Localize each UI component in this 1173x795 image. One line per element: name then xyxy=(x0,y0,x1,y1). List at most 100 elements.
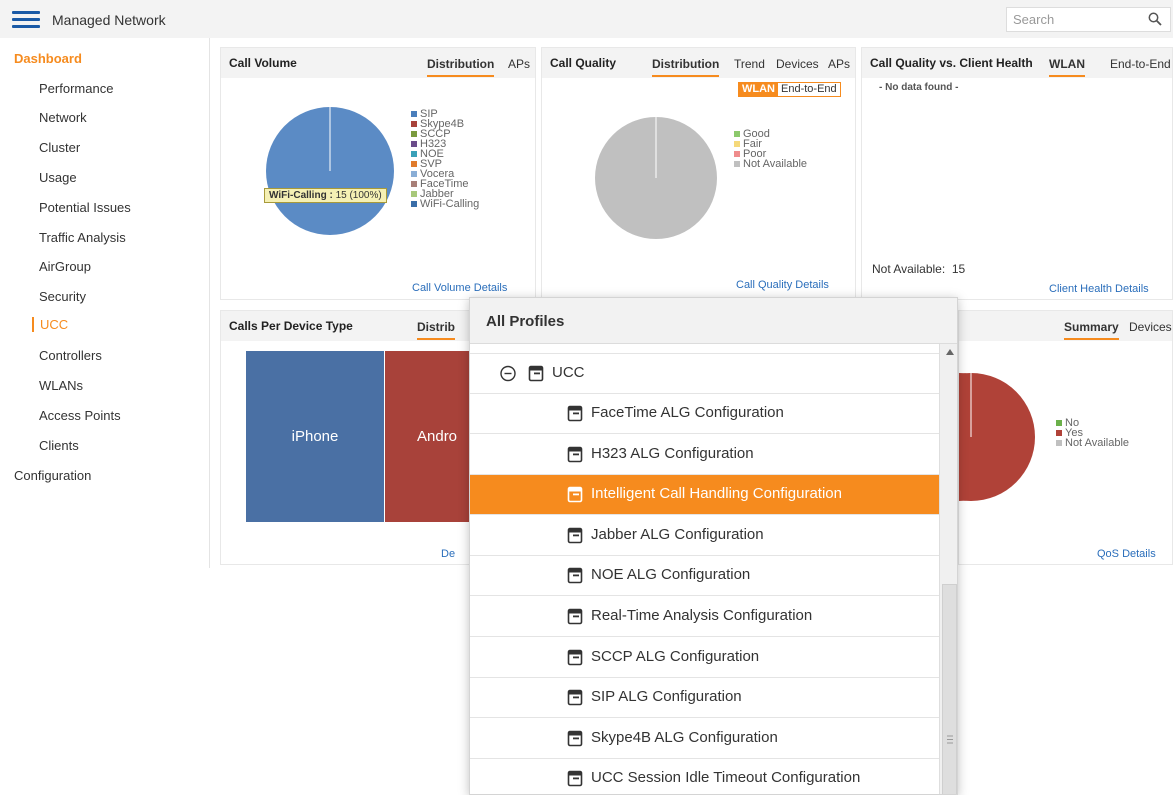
pie-slice-yes[interactable] xyxy=(959,373,1035,501)
scrollbar-thumb[interactable] xyxy=(942,584,957,794)
menu-icon[interactable] xyxy=(12,11,40,29)
sidebar-item-usage[interactable]: Usage xyxy=(39,170,77,185)
profile-item[interactable]: Jabber ALG Configuration xyxy=(470,516,939,556)
sidebar-item-potential-issues[interactable]: Potential Issues xyxy=(39,200,131,215)
legend-swatch xyxy=(734,161,740,167)
profile-item[interactable]: UCC Session Idle Timeout Configuration xyxy=(470,759,939,794)
sidebar-item-dashboard[interactable]: Dashboard xyxy=(14,51,82,66)
profile-item[interactable]: Intelligent Call Handling Configuration xyxy=(470,475,939,516)
qos-legend: No Yes Not Available xyxy=(1056,418,1130,449)
legend-swatch xyxy=(1056,440,1062,446)
tab-distribution[interactable]: Distribution xyxy=(652,57,720,77)
legend-label: Not Available xyxy=(1065,437,1130,449)
profile-item[interactable]: Skype4B ALG Configuration xyxy=(470,719,939,759)
call-quality-legend: Good Fair Poor Not Available xyxy=(734,129,807,170)
tab-distribution[interactable]: Distribution xyxy=(427,57,495,77)
sidebar-item-network[interactable]: Network xyxy=(39,110,87,125)
legend-swatch xyxy=(411,181,417,187)
qos-details-link[interactable]: QoS Details xyxy=(1097,548,1156,560)
legend-swatch xyxy=(411,141,417,147)
sidebar-item-cluster[interactable]: Cluster xyxy=(39,140,80,155)
legend-item[interactable]: Not Available xyxy=(734,159,807,170)
wlan-toggle: WLAN End-to-End xyxy=(738,82,841,97)
qos-pie xyxy=(959,373,1035,501)
device-details-link[interactable]: De xyxy=(441,548,455,560)
profile-item[interactable]: NOE ALG Configuration xyxy=(470,556,939,597)
call-volume-pie xyxy=(266,107,394,235)
call-volume-widget: Call Volume Distribution APs SIP Skype4B S… xyxy=(220,47,536,300)
scroll-up-icon[interactable] xyxy=(945,348,955,356)
profile-item[interactable]: Real-Time Analysis Configuration xyxy=(470,597,939,637)
profile-icon xyxy=(567,689,583,706)
call-quality-pie xyxy=(595,117,717,239)
legend-swatch xyxy=(734,151,740,157)
tooltip-label: WiFi-Calling : xyxy=(269,190,333,201)
profile-icon xyxy=(567,405,583,422)
call-quality-details-link[interactable]: Call Quality Details xyxy=(736,279,829,291)
widget-header: Call Volume Distribution APs xyxy=(221,48,535,78)
legend-swatch xyxy=(411,171,417,177)
tab-devices[interactable]: Devices xyxy=(776,57,819,71)
tab-aps[interactable]: APs xyxy=(828,57,850,71)
sidebar-item-security[interactable]: Security xyxy=(39,289,86,304)
legend-swatch xyxy=(411,191,417,197)
treemap-block-android[interactable]: Andro xyxy=(385,351,475,522)
call-volume-details-link[interactable]: Call Volume Details xyxy=(412,282,507,294)
sidebar-item-airgroup[interactable]: AirGroup xyxy=(39,259,91,274)
client-health-widget: Call Quality vs. Client Health WLAN End-… xyxy=(861,47,1173,300)
toggle-end-to-end[interactable]: End-to-End xyxy=(778,83,840,96)
profile-label: NOE ALG Configuration xyxy=(591,566,751,584)
profile-item[interactable]: SCCP ALG Configuration xyxy=(470,638,939,678)
profile-label: Jabber ALG Configuration xyxy=(591,525,764,543)
search-icon[interactable] xyxy=(1148,12,1162,26)
sidebar-item-access-points[interactable]: Access Points xyxy=(39,408,121,423)
sidebar-item-traffic-analysis[interactable]: Traffic Analysis xyxy=(39,230,126,245)
list-item-partial xyxy=(470,344,939,354)
group-row-ucc[interactable]: UCC xyxy=(470,354,939,394)
profile-label: FaceTime ALG Configuration xyxy=(591,404,784,421)
group-label: UCC xyxy=(552,364,585,381)
client-health-details-link[interactable]: Client Health Details xyxy=(1049,283,1149,295)
legend-swatch xyxy=(411,201,417,207)
legend-swatch xyxy=(1056,420,1062,426)
profile-item[interactable]: FaceTime ALG Configuration xyxy=(470,394,939,434)
legend-label: WiFi-Calling xyxy=(420,198,480,210)
toggle-wlan[interactable]: WLAN xyxy=(739,83,778,96)
sidebar: Dashboard Performance Network Cluster Us… xyxy=(0,38,210,568)
sidebar-item-performance[interactable]: Performance xyxy=(39,81,113,96)
tab-wlan[interactable]: WLAN xyxy=(1049,57,1085,77)
call-volume-legend: SIP Skype4B SCCP H323 NOE SVP Vocera FaceTime Ja… xyxy=(411,109,480,210)
profile-label: Skype4B ALG Configuration xyxy=(591,728,778,746)
profile-icon xyxy=(567,486,583,503)
tab-aps[interactable]: APs xyxy=(508,57,530,71)
legend-item[interactable]: WiFi-Calling xyxy=(411,198,480,210)
tab-devices[interactable]: Devices xyxy=(1129,320,1172,334)
legend-swatch xyxy=(734,131,740,137)
sidebar-item-clients[interactable]: Clients xyxy=(39,438,79,453)
profile-icon xyxy=(567,649,583,665)
profile-icon xyxy=(528,365,544,382)
tab-end-to-end[interactable]: End-to-End xyxy=(1110,57,1171,71)
profile-item[interactable]: SIP ALG Configuration xyxy=(470,678,939,719)
sidebar-item-wlans[interactable]: WLANs xyxy=(39,378,83,393)
dropdown-scrollbar[interactable] xyxy=(939,344,957,794)
sidebar-item-configuration[interactable]: Configuration xyxy=(14,468,91,483)
treemap-block-iphone[interactable]: iPhone xyxy=(246,351,384,522)
search-input[interactable] xyxy=(1007,8,1147,31)
legend-swatch xyxy=(411,151,417,157)
profile-icon xyxy=(567,446,583,462)
profile-label: Real-Time Analysis Configuration xyxy=(591,607,813,624)
profile-item[interactable]: H323 ALG Configuration xyxy=(470,435,939,475)
tab-trend[interactable]: Trend xyxy=(734,57,765,71)
sidebar-item-ucc[interactable]: UCC xyxy=(32,317,68,332)
legend-swatch xyxy=(411,121,417,127)
collapse-icon[interactable] xyxy=(500,365,516,382)
tooltip-value: 15 (100%) xyxy=(335,190,382,201)
widget-title: Call Quality vs. Client Health xyxy=(870,56,1033,70)
tab-summary[interactable]: Summary xyxy=(1064,320,1119,340)
legend-item[interactable]: Not Available xyxy=(1056,437,1130,449)
profile-label: Intelligent Call Handling Configuration xyxy=(591,485,842,503)
tab-distribution[interactable]: Distrib xyxy=(417,320,456,340)
sidebar-item-controllers[interactable]: Controllers xyxy=(39,348,102,363)
top-bar: Managed Network xyxy=(0,0,1173,38)
